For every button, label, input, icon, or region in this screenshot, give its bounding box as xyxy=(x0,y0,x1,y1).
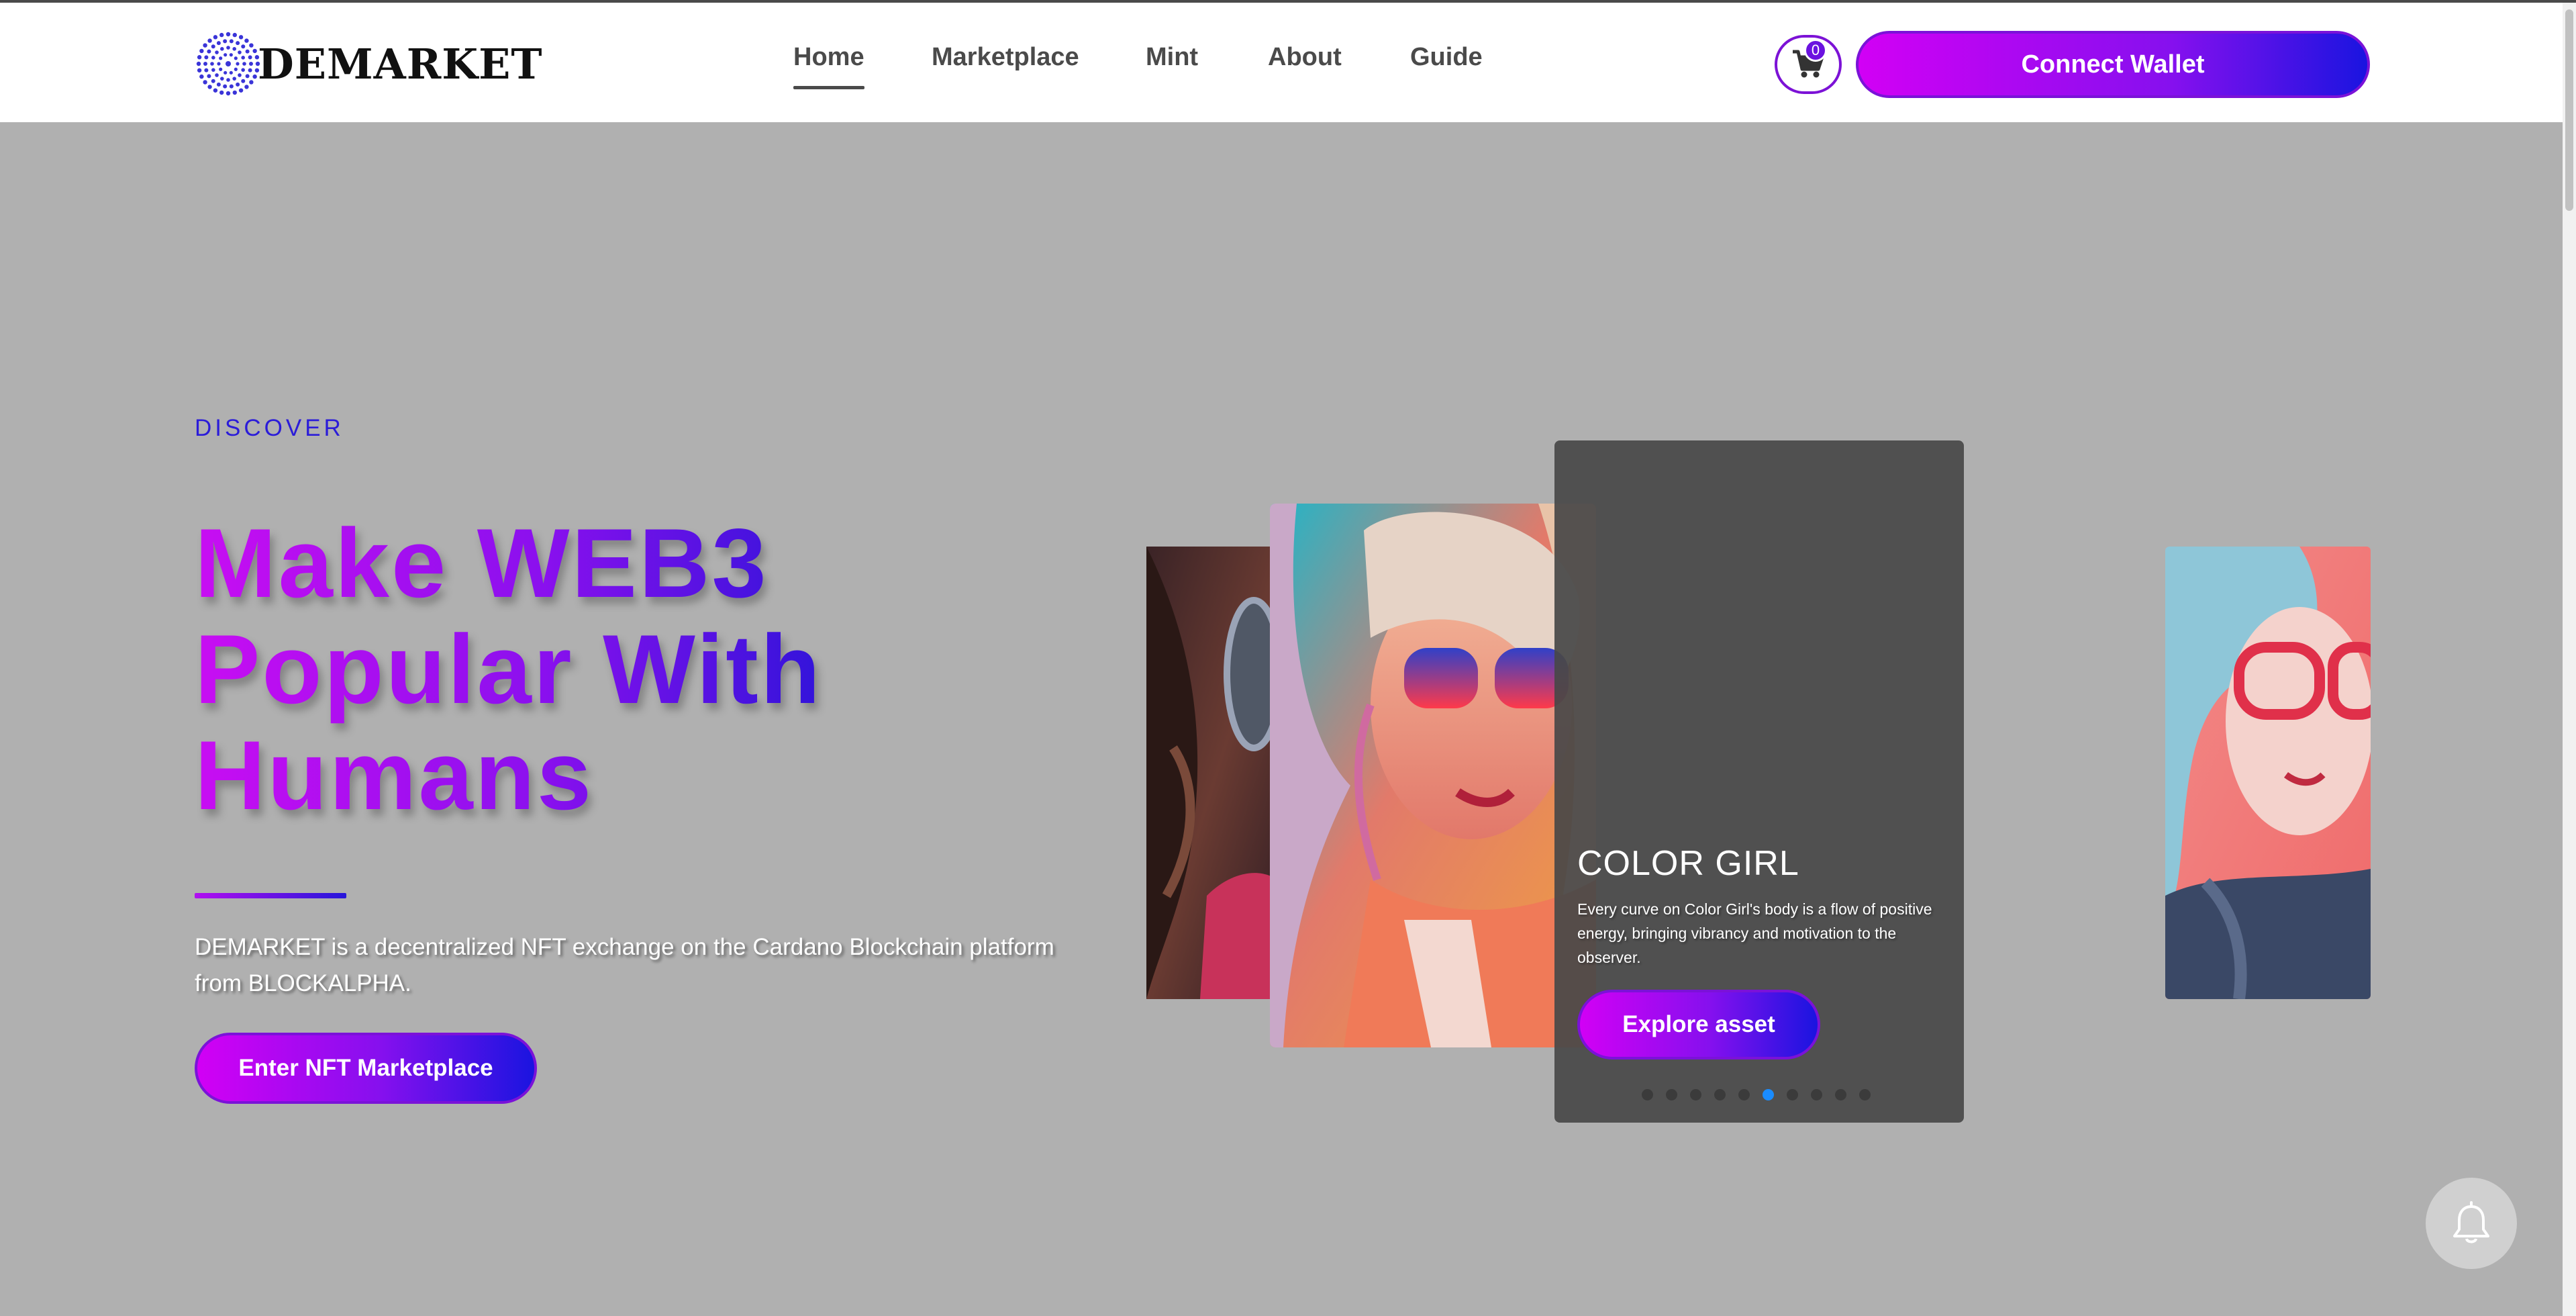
sunglasses-girl-artwork xyxy=(1270,504,1596,1047)
nav-item-about[interactable]: About xyxy=(1268,43,1342,72)
bell-icon xyxy=(2453,1201,2489,1243)
headphones-girl-artwork xyxy=(1146,547,1287,999)
carousel-active-panel: COLOR GIRL Every curve on Color Girl's b… xyxy=(1554,440,1964,1123)
nav-item-home[interactable]: Home xyxy=(793,43,864,89)
cart-button[interactable]: 0 xyxy=(1775,35,1842,94)
pink-glasses-girl-artwork xyxy=(2165,547,2371,999)
nav-item-marketplace[interactable]: Marketplace xyxy=(932,43,1079,72)
hero-description: DEMARKET is a decentralized NFT exchange… xyxy=(195,934,1054,996)
connect-wallet-button[interactable]: Connect Wallet xyxy=(1856,31,2370,98)
headline-line-1: Make WEB3 xyxy=(195,508,769,618)
headline-line-2: Popular With xyxy=(195,614,822,724)
carousel-dot[interactable] xyxy=(1835,1089,1846,1100)
carousel-dot[interactable] xyxy=(1859,1089,1871,1100)
carousel-card-previous[interactable] xyxy=(1146,547,1287,999)
nav-item-guide[interactable]: Guide xyxy=(1410,43,1483,72)
carousel-dot[interactable] xyxy=(1714,1089,1726,1100)
explore-asset-button[interactable]: Explore asset xyxy=(1577,990,1820,1060)
carousel-dot[interactable] xyxy=(1690,1089,1701,1100)
carousel-dot[interactable] xyxy=(1811,1089,1822,1100)
hero-divider xyxy=(195,893,346,898)
carousel-dot[interactable] xyxy=(1763,1089,1774,1100)
hero-eyebrow: DISCOVER xyxy=(195,415,344,441)
carousel-dot[interactable] xyxy=(1642,1089,1653,1100)
dotted-circle-logo-icon xyxy=(196,32,260,96)
enter-marketplace-button[interactable]: Enter NFT Marketplace xyxy=(195,1033,537,1104)
site-header: DEMARKET Home Marketplace Mint About Gui… xyxy=(0,3,2563,122)
carousel-dot[interactable] xyxy=(1666,1089,1677,1100)
hero-headline: Make WEB3 Popular With Humans xyxy=(195,510,1067,829)
cart-count-badge: 0 xyxy=(1804,39,1827,62)
carousel-card-current[interactable] xyxy=(1270,504,1596,1047)
page-scrollbar[interactable] xyxy=(2563,3,2576,1316)
carousel-pagination xyxy=(1642,1089,1871,1100)
notification-button[interactable] xyxy=(2426,1178,2517,1269)
brand-name: DEMARKET xyxy=(258,39,543,89)
asset-description: Every curve on Color Girl's body is a fl… xyxy=(1577,900,1932,966)
nav-item-mint[interactable]: Mint xyxy=(1146,43,1198,72)
asset-title: COLOR GIRL xyxy=(1577,844,1799,883)
scrollbar-thumb[interactable] xyxy=(2565,9,2573,211)
carousel-dot[interactable] xyxy=(1738,1089,1750,1100)
brand-logo[interactable]: DEMARKET xyxy=(195,28,542,99)
headline-line-3: Humans xyxy=(195,720,594,830)
carousel-dot[interactable] xyxy=(1787,1089,1798,1100)
carousel-card-next[interactable] xyxy=(2165,547,2371,999)
